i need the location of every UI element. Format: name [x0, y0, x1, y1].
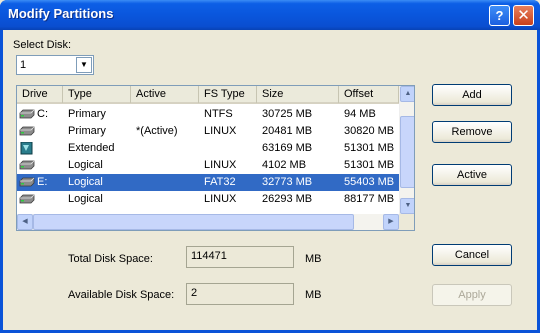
- partition-list[interactable]: Drive Type Active FS Type Size Offset C:…: [16, 85, 415, 231]
- cell-offset: 55403 MB: [344, 176, 395, 188]
- cell-active: *(Active): [136, 125, 178, 137]
- available-space-value: 2: [191, 287, 198, 299]
- remove-button[interactable]: Remove: [432, 121, 512, 143]
- available-space-field: 2: [186, 283, 294, 305]
- scroll-left-icon[interactable]: ◀: [17, 214, 33, 230]
- cell-offset: 94 MB: [344, 108, 376, 120]
- available-space-unit: MB: [305, 289, 322, 301]
- cell-fs-type: FAT32: [204, 176, 236, 188]
- dialog-body: Select Disk: 1 ▼ Drive Type Active FS Ty…: [3, 30, 537, 330]
- scroll-right-icon[interactable]: ▶: [383, 214, 399, 230]
- table-row[interactable]: Logical LINUX 4102 MB 51301 MB: [17, 157, 399, 174]
- table-row[interactable]: E: Logical FAT32 32773 MB 55403 MB: [17, 174, 399, 191]
- column-header-active[interactable]: Active: [131, 86, 199, 103]
- extended-partition-icon: [19, 141, 35, 155]
- select-disk-dropdown[interactable]: 1 ▼: [16, 55, 94, 75]
- select-disk-label: Select Disk:: [13, 39, 72, 51]
- column-header-size[interactable]: Size: [257, 86, 339, 103]
- cell-size: 4102 MB: [262, 159, 307, 171]
- modify-partitions-window: Modify Partitions ? ✕ Select Disk: 1 ▼ D…: [0, 0, 540, 333]
- help-button[interactable]: ?: [489, 5, 510, 26]
- cell-fs-type: LINUX: [204, 159, 237, 171]
- vertical-scrollbar[interactable]: ▲ ▼: [399, 86, 414, 214]
- cell-fs-type: LINUX: [204, 193, 237, 205]
- cell-type: Primary: [68, 125, 106, 137]
- cell-offset: 51301 MB: [344, 142, 395, 154]
- cell-offset: 30820 MB: [344, 125, 395, 137]
- available-space-label: Available Disk Space:: [68, 289, 175, 301]
- cancel-button[interactable]: Cancel: [432, 244, 512, 266]
- title-bar[interactable]: Modify Partitions ? ✕: [0, 0, 540, 30]
- table-row[interactable]: C: Primary NTFS 30725 MB 94 MB: [17, 106, 399, 123]
- total-space-value: 114471: [191, 250, 227, 262]
- cell-drive: C:: [37, 108, 48, 120]
- cell-type: Extended: [68, 142, 115, 154]
- cell-size: 63169 MB: [262, 142, 313, 154]
- cell-type: Logical: [68, 159, 103, 171]
- cell-fs-type: LINUX: [204, 125, 237, 137]
- horizontal-scroll-thumb[interactable]: [33, 214, 354, 230]
- column-header-fs-type[interactable]: FS Type: [199, 86, 257, 103]
- total-space-label: Total Disk Space:: [68, 253, 153, 265]
- hard-disk-icon: [19, 109, 35, 120]
- hard-disk-icon: [19, 160, 35, 171]
- table-row[interactable]: Logical LINUX 26293 MB 88177 MB: [17, 191, 399, 208]
- window-title: Modify Partitions: [8, 6, 114, 21]
- table-row[interactable]: Primary *(Active) LINUX 20481 MB 30820 MB: [17, 123, 399, 140]
- cell-drive: E:: [37, 176, 48, 188]
- scroll-down-icon[interactable]: ▼: [400, 198, 414, 214]
- hard-disk-icon: [19, 177, 35, 188]
- active-button[interactable]: Active: [432, 164, 512, 186]
- add-button[interactable]: Add: [432, 84, 512, 106]
- select-disk-value: 1: [20, 59, 27, 71]
- cell-type: Logical: [68, 193, 103, 205]
- cell-type: Logical: [68, 176, 103, 188]
- total-space-unit: MB: [305, 253, 322, 265]
- apply-button[interactable]: Apply: [432, 284, 512, 306]
- hard-disk-icon: [19, 194, 35, 205]
- cell-type: Primary: [68, 108, 106, 120]
- chevron-down-icon[interactable]: ▼: [76, 57, 92, 73]
- scroll-up-icon[interactable]: ▲: [400, 86, 414, 102]
- hard-disk-icon: [19, 126, 35, 137]
- horizontal-scrollbar[interactable]: ◀ ▶: [17, 214, 399, 230]
- close-button[interactable]: ✕: [513, 5, 534, 26]
- cell-size: 30725 MB: [262, 108, 313, 120]
- vertical-scroll-thumb[interactable]: [400, 116, 414, 188]
- cell-offset: 88177 MB: [344, 193, 395, 205]
- cell-fs-type: NTFS: [204, 108, 233, 120]
- total-space-field: 114471: [186, 246, 294, 268]
- scrollbar-corner: [399, 214, 414, 230]
- cell-size: 26293 MB: [262, 193, 313, 205]
- cell-offset: 51301 MB: [344, 159, 395, 171]
- partition-list-header: Drive Type Active FS Type Size Offset: [17, 86, 399, 104]
- column-header-offset[interactable]: Offset: [339, 86, 399, 103]
- cell-size: 20481 MB: [262, 125, 313, 137]
- table-row[interactable]: Extended 63169 MB 51301 MB: [17, 140, 399, 157]
- column-header-type[interactable]: Type: [63, 86, 131, 103]
- column-header-drive[interactable]: Drive: [17, 86, 63, 103]
- cell-size: 32773 MB: [262, 176, 313, 188]
